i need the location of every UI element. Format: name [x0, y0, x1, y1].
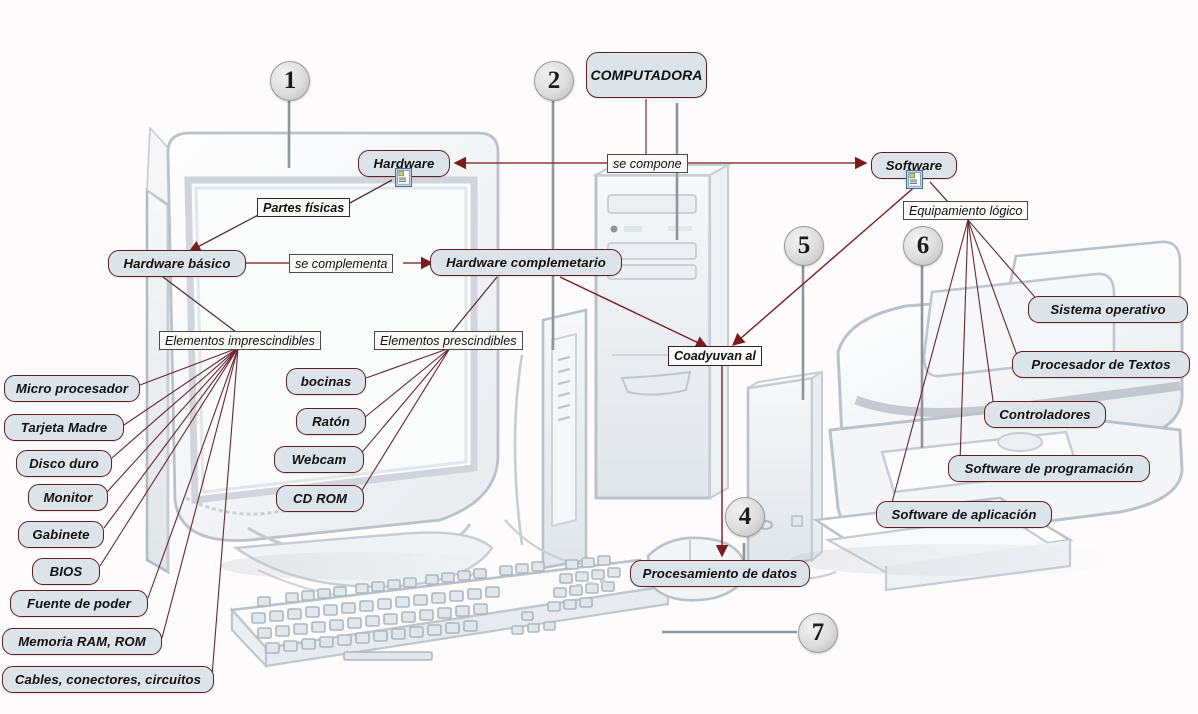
callout-4[interactable]: 4 [725, 497, 765, 537]
node-gabinete[interactable]: Gabinete [18, 521, 104, 548]
node-micro-procesador[interactable]: Micro procesador [4, 375, 140, 402]
note-document-icon [906, 170, 923, 189]
link-label-se-compone: se compone [607, 154, 688, 173]
callout-5[interactable]: 5 [784, 226, 824, 266]
note-document-icon [395, 168, 412, 187]
node-procesador-de-textos[interactable]: Procesador de Textos [1012, 351, 1190, 378]
callout-7[interactable]: 7 [798, 613, 838, 653]
node-webcam[interactable]: Webcam [274, 446, 364, 473]
node-monitor[interactable]: Monitor [28, 484, 108, 511]
callout-stems [287, 99, 924, 634]
link-label-equipamiento-logico: Equipamiento lógico [903, 201, 1029, 220]
link-label-partes-fisicas: Partes físicas [257, 198, 351, 217]
node-disco-duro[interactable]: Disco duro [16, 450, 112, 477]
prescindibles-fan [357, 347, 451, 496]
node-memoria-ram-rom[interactable]: Memoria RAM, ROM [2, 628, 162, 655]
node-cables-conectores-circuitos[interactable]: Cables, conectores, circuitos [2, 666, 214, 693]
node-hardware-complementario[interactable]: Hardware complemetario [430, 249, 622, 276]
node-controladores[interactable]: Controladores [984, 401, 1106, 428]
node-computadora[interactable]: COMPUTADORA [586, 52, 707, 98]
link-label-se-complementa: se complementa [289, 254, 394, 273]
link-label-elementos-imprescindibles: Elementos imprescindibles [159, 331, 321, 350]
node-tarjeta-madre[interactable]: Tarjeta Madre [4, 414, 124, 441]
node-cd-rom[interactable]: CD ROM [276, 485, 364, 512]
node-software-de-programacion[interactable]: Software de programación [948, 455, 1150, 482]
node-procesamiento-de-datos[interactable]: Procesamiento de datos [630, 560, 810, 587]
diagram-canvas: COMPUTADORA Hardware Software Hardware b… [0, 0, 1198, 714]
node-fuente-de-poder[interactable]: Fuente de poder [10, 590, 148, 617]
node-raton[interactable]: Ratón [296, 408, 366, 435]
callout-1[interactable]: 1 [270, 61, 310, 101]
node-software-de-aplicacion[interactable]: Software de aplicación [876, 501, 1052, 528]
link-label-elementos-prescindibles: Elementos prescindibles [374, 331, 523, 350]
link-label-coadyuvan-al: Coadyuvan al [668, 346, 762, 366]
node-bios[interactable]: BIOS [32, 558, 100, 585]
node-sistema-operativo[interactable]: Sistema operativo [1028, 296, 1188, 323]
node-hardware-basico[interactable]: Hardware básico [108, 250, 246, 277]
callout-2[interactable]: 2 [534, 61, 574, 101]
equipamiento-logico-leaders [929, 181, 949, 203]
node-bocinas[interactable]: bocinas [286, 368, 366, 395]
callout-6[interactable]: 6 [903, 226, 943, 266]
